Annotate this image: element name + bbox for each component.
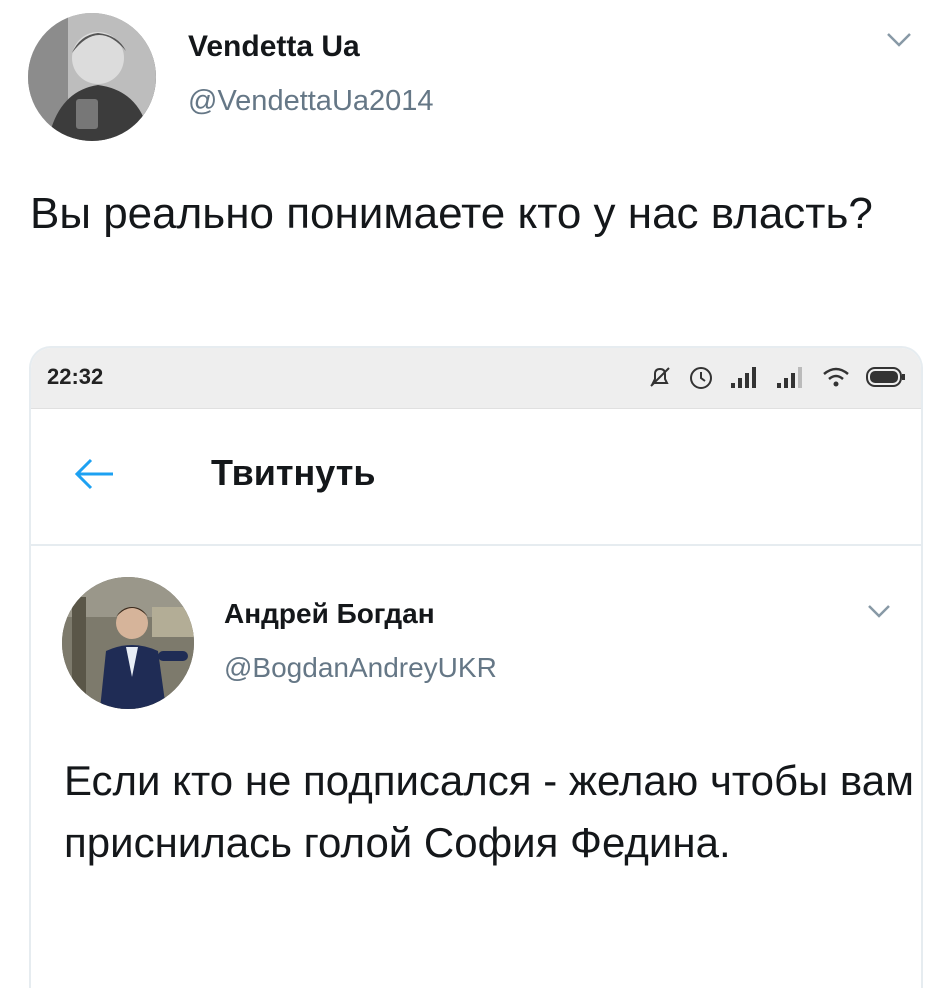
- status-icons: [647, 360, 907, 394]
- author-name[interactable]: Андрей Богдан: [224, 598, 435, 630]
- app-header: Твитнуть: [31, 408, 921, 546]
- page-title: Твитнуть: [211, 452, 376, 493]
- author-avatar[interactable]: [62, 577, 194, 709]
- signal-icon: [731, 367, 756, 388]
- embedded-screenshot: 22:32 Твитнуть Андрей Богдан @BogdanAndr…: [29, 346, 923, 988]
- status-bar: 22:32: [31, 348, 921, 409]
- author-name[interactable]: Vendetta Ua: [188, 30, 360, 64]
- author-handle[interactable]: @VendettaUa2014: [188, 85, 434, 118]
- alarm-icon: [690, 367, 712, 389]
- signal-icon: [777, 367, 802, 388]
- author-avatar[interactable]: [28, 13, 156, 141]
- tweet-text: Вы реально понимаете кто у нас власть?: [30, 189, 873, 238]
- back-arrow-icon[interactable]: [71, 454, 117, 494]
- status-time: 22:32: [47, 364, 104, 389]
- battery-icon: [866, 367, 905, 387]
- chevron-down-icon[interactable]: [885, 30, 913, 50]
- author-handle[interactable]: @BogdanAndreyUKR: [224, 652, 497, 684]
- chevron-down-icon[interactable]: [866, 603, 892, 621]
- tweet-text: Если кто не подписался - желаю чтобы вам…: [64, 757, 914, 866]
- notifications-off-icon: [650, 367, 670, 387]
- wifi-icon: [823, 367, 849, 387]
